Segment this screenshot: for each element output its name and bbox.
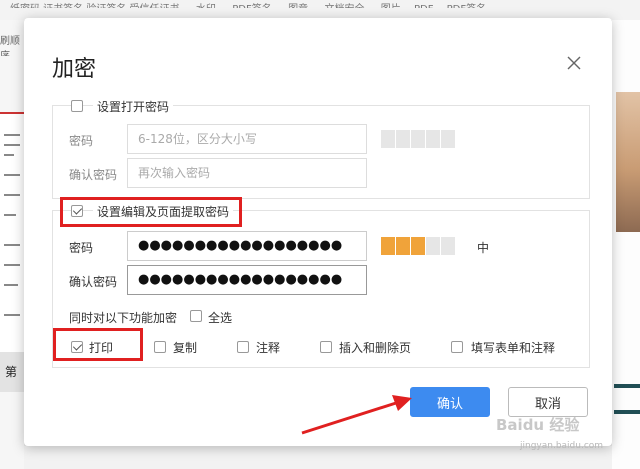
encrypt-dialog: 加密 设置打开密码 密码 确认密码 设置编辑及页面提取密码 密码 ●●●●●●●…	[24, 18, 612, 446]
watermark-url: jingyan.baidu.com	[520, 441, 604, 451]
permission-comment-label: 注释	[256, 341, 281, 355]
highlight-edit-password	[60, 197, 242, 227]
permission-insert-delete-label: 插入和删除页	[339, 341, 412, 355]
permission-copy-checkbox[interactable]	[154, 341, 166, 353]
permission-insert-delete-checkbox[interactable]	[320, 341, 332, 353]
open-password-checkbox[interactable]	[71, 100, 83, 112]
toolbar-tabs-text: …纸密码 证书签名 验证签名 受信任证书 … 水印 … PDF签名 … 图章 ……	[0, 0, 640, 8]
cancel-button[interactable]: 取消	[508, 387, 588, 417]
page-label: 第	[5, 365, 18, 379]
right-panel	[612, 20, 640, 469]
highlight-print	[53, 328, 143, 361]
edit-confirm-input[interactable]: ●●●●●●●●●●●●●●●●●●	[127, 265, 367, 295]
open-password-group: 设置打开密码 密码 确认密码	[52, 98, 590, 199]
open-confirm-input[interactable]	[127, 158, 367, 188]
arrow-icon	[301, 395, 412, 435]
dialog-title: 加密	[52, 57, 97, 82]
left-strip-text: 刷顺序	[0, 36, 20, 56]
page-thumbnail[interactable]	[0, 112, 24, 354]
permission-fill-forms-checkbox[interactable]	[451, 341, 463, 353]
document-rule	[614, 384, 640, 388]
edit-password-input[interactable]: ●●●●●●●●●●●●●●●●●●	[127, 231, 367, 261]
open-confirm-field-label: 确认密码	[69, 168, 118, 182]
permission-copy-label: 复制	[173, 341, 198, 355]
open-password-label: 设置打开密码	[93, 98, 174, 115]
permission-fill-forms-label: 填写表单和注释	[471, 341, 556, 355]
watermark-logo: Baidu 经验	[496, 416, 580, 434]
open-password-input[interactable]	[127, 124, 367, 154]
close-icon[interactable]	[564, 53, 584, 73]
edit-confirm-field-label: 确认密码	[69, 275, 118, 289]
document-rule	[614, 410, 640, 414]
permission-comment-checkbox[interactable]	[237, 341, 249, 353]
document-photo	[616, 92, 640, 232]
strength-text: 中	[477, 241, 490, 255]
edit-password-field-label: 密码	[69, 241, 94, 255]
open-password-field-label: 密码	[69, 134, 94, 148]
permissions-label: 同时对以下功能加密	[69, 311, 178, 325]
confirm-button[interactable]: 确认	[410, 387, 490, 417]
select-all-label: 全选	[208, 311, 233, 325]
select-all-checkbox[interactable]	[190, 310, 202, 322]
